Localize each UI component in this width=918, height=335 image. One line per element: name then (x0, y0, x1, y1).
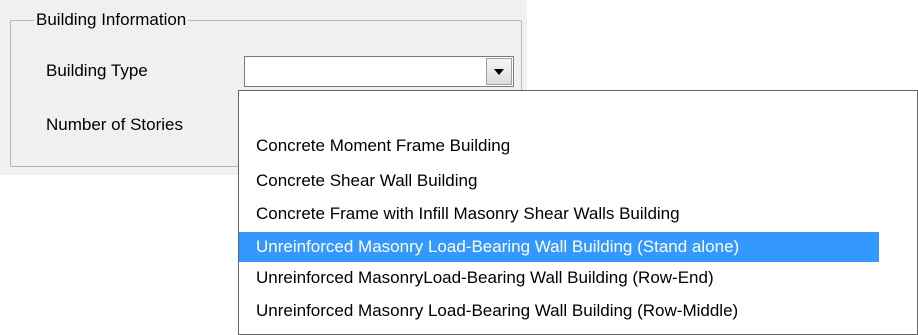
chevron-down-icon (494, 68, 504, 75)
list-item-urm-row-end[interactable]: Unreinforced MasonryLoad-Bearing Wall Bu… (239, 264, 879, 292)
list-item-concrete-frame-infill[interactable]: Concrete Frame with Infill Masonry Shear… (239, 200, 879, 228)
building-type-dropdown-list[interactable]: Concrete Moment Frame Building Concrete … (238, 90, 918, 335)
building-type-combobox[interactable] (244, 56, 514, 87)
list-item-concrete-moment-frame[interactable]: Concrete Moment Frame Building (239, 132, 879, 160)
list-item-urm-row-middle[interactable]: Unreinforced Masonry Load-Bearing Wall B… (239, 297, 879, 325)
list-item-concrete-shear-wall[interactable]: Concrete Shear Wall Building (239, 167, 879, 195)
number-of-stories-label: Number of Stories (46, 115, 183, 134)
list-item-urm-stand-alone[interactable]: Unreinforced Masonry Load-Bearing Wall B… (239, 232, 879, 262)
building-type-label: Building Type (46, 61, 148, 80)
group-title: Building Information (34, 9, 189, 31)
list-item-empty[interactable] (239, 92, 879, 120)
combo-dropdown-button[interactable] (486, 58, 512, 85)
